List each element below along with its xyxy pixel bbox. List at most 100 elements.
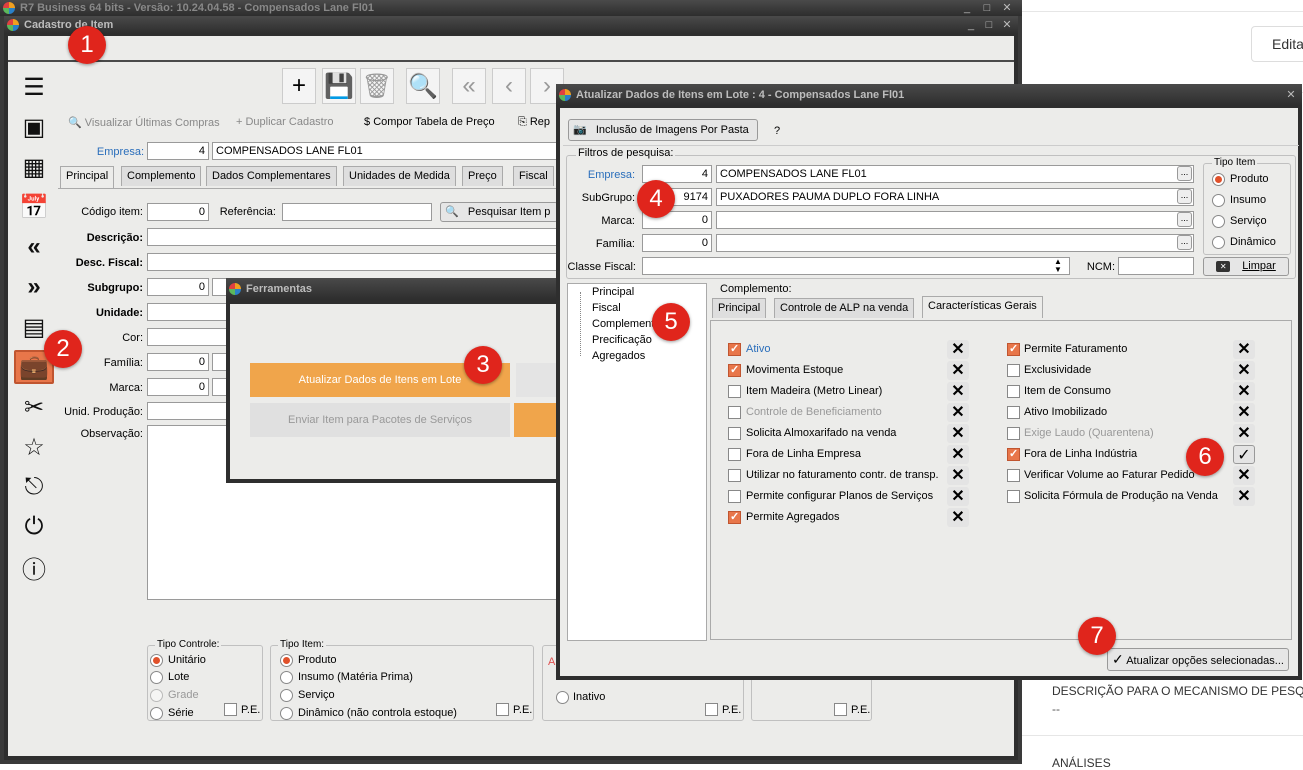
- tab-fiscal[interactable]: Fiscal: [513, 166, 554, 186]
- pe-checkbox[interactable]: [224, 703, 237, 716]
- first-button[interactable]: «: [452, 68, 486, 104]
- feature-checkbox[interactable]: [1007, 364, 1020, 377]
- marca-lookup-button[interactable]: ...: [1177, 212, 1192, 227]
- tab-principal[interactable]: Principal: [712, 298, 767, 318]
- tree-item-complemento[interactable]: Complemento: [592, 318, 660, 330]
- marca-code-field[interactable]: 0: [147, 378, 209, 396]
- unidade-field[interactable]: [147, 303, 227, 321]
- info-icon[interactable]: ⓘ: [14, 550, 54, 584]
- building-icon[interactable]: ▦: [14, 150, 54, 184]
- feature-checkbox[interactable]: [1007, 342, 1020, 356]
- close-icon[interactable]: ✕: [1233, 424, 1255, 443]
- close-icon[interactable]: ✕: [947, 361, 969, 380]
- power-icon[interactable]: ⏻: [14, 510, 54, 544]
- subgrupo-code-field[interactable]: 0: [147, 278, 209, 296]
- familia-code-field[interactable]: 0: [147, 353, 209, 371]
- empresa-name-field[interactable]: COMPENSADOS LANE FL01: [212, 142, 558, 160]
- close-icon[interactable]: ✕: [1000, 16, 1014, 34]
- layout-icon[interactable]: ▣: [14, 110, 54, 144]
- subgrupo-lookup-button[interactable]: ...: [1177, 189, 1192, 204]
- servico-radio[interactable]: [1212, 215, 1225, 228]
- dinamico-radio[interactable]: [280, 707, 293, 720]
- lote-familia-name[interactable]: [716, 234, 1194, 252]
- price-table-button[interactable]: $ Compor Tabela de Preço: [364, 116, 495, 128]
- close-icon[interactable]: ✕: [1233, 466, 1255, 485]
- insumo-radio[interactable]: [280, 671, 293, 684]
- rep-button[interactable]: ⎘ Rep: [518, 116, 550, 129]
- feature-checkbox[interactable]: [728, 448, 741, 461]
- feature-checkbox[interactable]: [1007, 385, 1020, 398]
- close-icon[interactable]: ✕: [947, 508, 969, 527]
- prev-button[interactable]: ‹: [492, 68, 526, 104]
- servico-radio[interactable]: [280, 689, 293, 702]
- feature-checkbox[interactable]: [1007, 490, 1020, 503]
- close-icon[interactable]: ✕: [1233, 361, 1255, 380]
- double-left-icon[interactable]: «: [14, 230, 54, 264]
- feature-checkbox[interactable]: [1007, 427, 1020, 440]
- calendar-icon[interactable]: 📅: [14, 190, 54, 224]
- help-button[interactable]: ?: [774, 125, 780, 137]
- edit-button[interactable]: Edita: [1251, 26, 1303, 62]
- tree-item-agregados[interactable]: Agregados: [592, 350, 645, 362]
- unitario-radio[interactable]: [150, 654, 163, 667]
- feature-checkbox[interactable]: [728, 427, 741, 440]
- ncm-field[interactable]: [1118, 257, 1194, 275]
- pesquisar-button[interactable]: 🔍 Pesquisar Item p: [440, 202, 558, 222]
- close-icon[interactable]: ✕: [1284, 84, 1298, 106]
- enviar-pacotes-button[interactable]: Enviar Item para Pacotes de Serviços: [250, 403, 510, 437]
- atualizar-opcoes-button[interactable]: ✓ Atualizar opções selecionadas...: [1107, 648, 1289, 671]
- star-icon[interactable]: ☆: [14, 430, 54, 464]
- feature-checkbox[interactable]: [1007, 406, 1020, 419]
- menu-icon[interactable]: ☰: [14, 70, 54, 104]
- feature-checkbox[interactable]: [728, 406, 741, 419]
- limpar-button[interactable]: ✕ Limpar: [1203, 257, 1289, 276]
- familia-lookup-button[interactable]: ...: [1177, 235, 1192, 250]
- insumo-radio[interactable]: [1212, 194, 1225, 207]
- lote-familia-code[interactable]: 0: [642, 234, 712, 252]
- desc-fiscal-field[interactable]: [147, 253, 558, 271]
- maximize-icon[interactable]: □: [982, 16, 996, 34]
- pe-checkbox[interactable]: [496, 703, 509, 716]
- inclusao-imagens-button[interactable]: 📷 Inclusão de Imagens Por Pasta: [568, 119, 758, 141]
- double-right-icon[interactable]: »: [14, 270, 54, 304]
- lote-subgrupo-name[interactable]: PUXADORES PAUMA DUPLO FORA LINHA: [716, 188, 1194, 206]
- empresa-lookup-button[interactable]: ...: [1177, 166, 1192, 181]
- close-icon[interactable]: ✕: [947, 424, 969, 443]
- close-icon[interactable]: ✕: [947, 382, 969, 401]
- tab-controle-alp[interactable]: Controle de ALP na venda: [774, 298, 915, 318]
- tab-unidades[interactable]: Unidades de Medida: [343, 166, 456, 186]
- add-button[interactable]: +: [282, 68, 316, 104]
- serie-radio[interactable]: [150, 707, 163, 720]
- view-purchases-button[interactable]: 🔍 Visualizar Últimas Compras: [68, 116, 220, 129]
- tab-caracteristicas-gerais[interactable]: Características Gerais: [922, 296, 1043, 318]
- search-button[interactable]: 🔍: [406, 68, 440, 104]
- spinner-icon[interactable]: ▲ ▼: [1054, 258, 1062, 274]
- feature-checkbox[interactable]: [1007, 447, 1020, 461]
- cor-field[interactable]: [147, 328, 227, 346]
- produto-radio[interactable]: [280, 654, 293, 667]
- dinamico-radio[interactable]: [1212, 236, 1225, 249]
- close-icon[interactable]: ✕: [1233, 382, 1255, 401]
- close-icon[interactable]: ✕: [947, 487, 969, 506]
- close-icon[interactable]: ✕: [947, 445, 969, 464]
- check-icon[interactable]: ✓: [1233, 445, 1255, 464]
- produto-radio[interactable]: [1212, 173, 1225, 186]
- grade-radio[interactable]: [150, 689, 163, 702]
- logout-icon[interactable]: ⎋: [14, 470, 54, 504]
- tree-item-precificacao[interactable]: Precificação: [592, 334, 652, 346]
- tab-dados-complementares[interactable]: Dados Complementares: [206, 166, 337, 186]
- classe-fiscal-select[interactable]: [642, 257, 1070, 275]
- inativo-radio[interactable]: [556, 691, 569, 704]
- tree-item-principal[interactable]: Principal: [592, 286, 634, 298]
- close-icon[interactable]: ✕: [1233, 487, 1255, 506]
- descricao-field[interactable]: [147, 228, 558, 246]
- close-icon[interactable]: ✕: [947, 403, 969, 422]
- close-icon[interactable]: ✕: [947, 466, 969, 485]
- lote-radio[interactable]: [150, 671, 163, 684]
- tab-principal[interactable]: Principal: [60, 166, 115, 188]
- delete-button[interactable]: 🗑: [360, 68, 394, 104]
- feature-checkbox[interactable]: [728, 490, 741, 503]
- tab-complemento[interactable]: Complemento: [121, 166, 202, 186]
- close-icon[interactable]: ✕: [1233, 340, 1255, 359]
- close-icon[interactable]: ✕: [1233, 403, 1255, 422]
